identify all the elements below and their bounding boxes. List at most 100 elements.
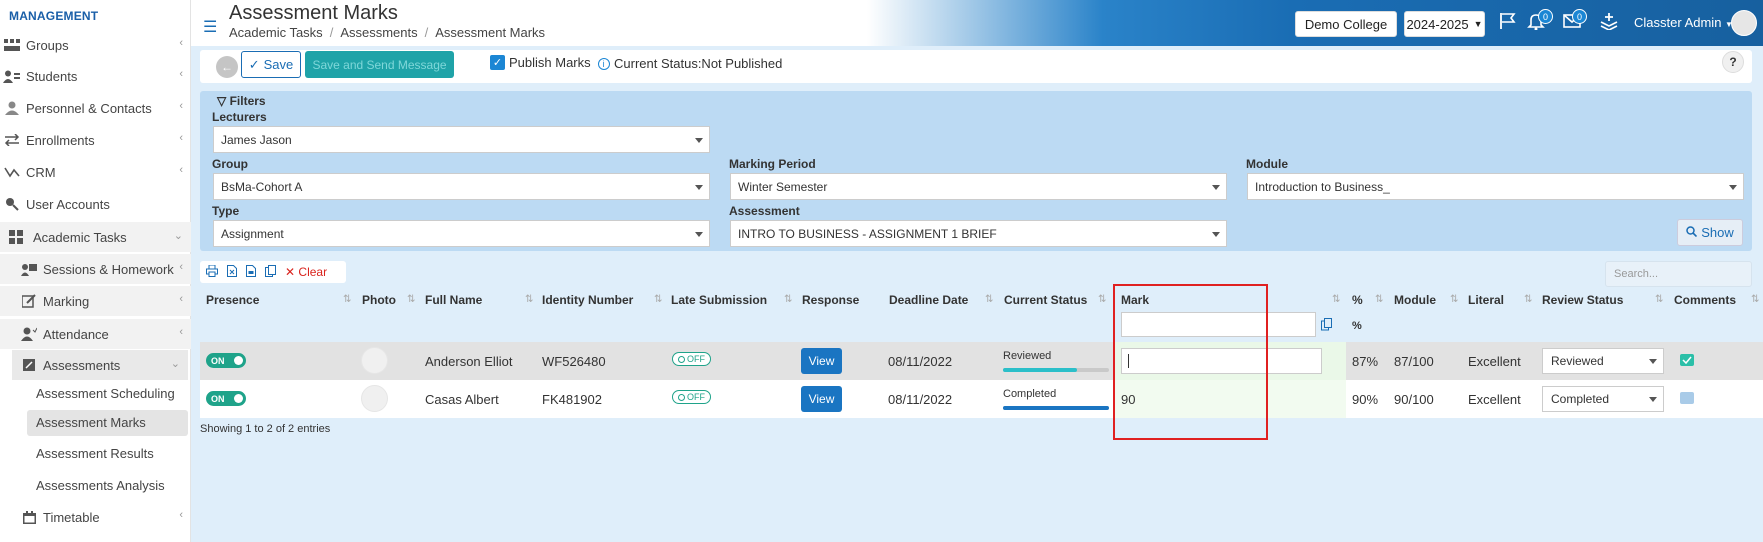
sidebar-item-label: Marking	[43, 293, 90, 309]
sidebar-item-crm[interactable]: CRM ‹	[0, 157, 191, 187]
type-select[interactable]: Assignment	[213, 220, 710, 247]
review-status-select[interactable]: Reviewed	[1542, 348, 1664, 374]
year-selector[interactable]: 2024-2025 ▼	[1404, 11, 1485, 37]
column-header-review-status[interactable]: Review Status	[1542, 293, 1623, 307]
save-and-send-button[interactable]: Save and Send Message	[305, 51, 454, 78]
clear-button-label: Clear	[298, 265, 328, 279]
info-icon[interactable]: i	[597, 57, 610, 70]
lecturers-label: Lecturers	[212, 110, 267, 124]
sort-icon[interactable]: ⇅	[784, 294, 793, 305]
sidebar-item-assessments-analysis[interactable]: Assessments Analysis	[36, 478, 165, 493]
column-header-photo[interactable]: Photo	[362, 293, 396, 307]
marking-period-select[interactable]: Winter Semester	[730, 173, 1227, 200]
notifications-badge: 0	[1538, 9, 1553, 24]
back-button[interactable]: ←	[216, 56, 238, 78]
current-status-text: Reviewed	[1003, 350, 1052, 362]
breadcrumb-item[interactable]: Assessments	[340, 25, 417, 40]
assessment-select[interactable]: INTRO TO BUSINESS - ASSIGNMENT 1 BRIEF	[730, 220, 1227, 247]
column-header-comments[interactable]: Comments	[1674, 293, 1736, 307]
student-photo	[361, 347, 388, 374]
print-icon[interactable]	[206, 264, 218, 280]
column-header-identity[interactable]: Identity Number	[542, 293, 633, 307]
late-submission-toggle[interactable]: OFF	[672, 352, 711, 366]
publish-marks-checkbox[interactable]: ✓	[490, 55, 505, 70]
arrow-left-icon: ←	[221, 60, 233, 74]
view-response-button[interactable]: View	[801, 386, 842, 412]
clear-button[interactable]: ✕ Clear	[285, 265, 327, 279]
sort-icon[interactable]: ⇅	[1751, 294, 1760, 305]
sort-icon[interactable]: ⇅	[1098, 294, 1107, 305]
column-header-module[interactable]: Module	[1394, 293, 1436, 307]
sidebar-item-assessment-scheduling[interactable]: Assessment Scheduling	[36, 386, 175, 401]
show-button[interactable]: Show	[1677, 219, 1743, 246]
sort-icon[interactable]: ⇅	[1375, 294, 1384, 305]
highlight-box	[1113, 284, 1268, 440]
flag-icon[interactable]	[1499, 12, 1517, 35]
avatar[interactable]	[1731, 10, 1757, 36]
action-toolbar: ← ✓ Save Save and Send Message ✓ Publish …	[200, 50, 1752, 83]
column-header-deadline[interactable]: Deadline Date	[889, 293, 968, 307]
review-status-select[interactable]: Completed	[1542, 386, 1664, 412]
sort-icon[interactable]: ⇅	[654, 294, 663, 305]
lecturers-select[interactable]: James Jason	[213, 126, 710, 153]
sort-icon[interactable]: ⇅	[525, 294, 534, 305]
pdf-icon[interactable]	[246, 264, 256, 280]
sort-icon[interactable]: ⇅	[985, 294, 994, 305]
sidebar-item-personnel[interactable]: Personnel & Contacts ‹	[0, 93, 191, 123]
comment-icon[interactable]	[1680, 354, 1694, 366]
sidebar-item-groups[interactable]: Groups ‹	[0, 30, 191, 60]
sort-icon[interactable]: ⇅	[343, 294, 352, 305]
sort-icon[interactable]: ⇅	[1524, 294, 1533, 305]
sidebar-item-assessment-results[interactable]: Assessment Results	[36, 446, 154, 461]
sidebar-item-label: Academic Tasks	[33, 229, 127, 245]
sort-icon[interactable]: ⇅	[1332, 294, 1341, 305]
sidebar-item-timetable[interactable]: Timetable ‹	[0, 502, 191, 532]
breadcrumb-item[interactable]: Academic Tasks	[229, 25, 323, 40]
column-header-late-submission[interactable]: Late Submission	[671, 293, 767, 307]
literal-cell: Excellent	[1468, 392, 1521, 407]
sort-icon[interactable]: ⇅	[407, 294, 416, 305]
column-header-literal[interactable]: Literal	[1468, 293, 1504, 307]
sort-icon[interactable]: ⇅	[1655, 294, 1664, 305]
late-submission-toggle[interactable]: OFF	[672, 390, 711, 404]
view-response-button[interactable]: View	[801, 348, 842, 374]
layers-add-icon[interactable]	[1599, 12, 1619, 35]
sidebar-item-attendance[interactable]: Attendance ‹	[0, 319, 191, 349]
sidebar-item-enrollments[interactable]: Enrollments ‹	[0, 125, 191, 155]
copy-down-icon[interactable]	[1321, 318, 1333, 334]
chevron-left-icon: ‹	[179, 293, 183, 305]
comment-icon[interactable]	[1680, 392, 1694, 404]
help-button[interactable]: ?	[1722, 51, 1744, 73]
user-menu[interactable]: Classter Admin ▼	[1634, 15, 1733, 30]
personnel-icon	[1, 100, 23, 116]
sidebar-item-label: Personnel & Contacts	[26, 100, 152, 116]
module-select[interactable]: Introduction to Business_	[1247, 173, 1744, 200]
column-header-response[interactable]: Response	[802, 293, 859, 307]
sidebar-item-academic-tasks[interactable]: Academic Tasks ⌄	[0, 222, 191, 252]
column-header-full-name[interactable]: Full Name	[425, 293, 482, 307]
deadline-cell: 08/11/2022	[888, 354, 953, 369]
save-button[interactable]: ✓ Save	[241, 51, 301, 78]
college-selector[interactable]: Demo College	[1295, 11, 1397, 37]
filters-title[interactable]: ▽ Filters	[217, 94, 266, 108]
sidebar-item-sessions[interactable]: Sessions & Homework ‹	[0, 254, 191, 284]
copy-icon[interactable]	[265, 264, 276, 280]
sidebar-item-students[interactable]: Students ‹	[0, 61, 191, 91]
sidebar-item-assessments[interactable]: Assessments ⌄	[12, 350, 188, 380]
presence-toggle[interactable]: ON	[206, 353, 246, 368]
hamburger-menu-icon[interactable]: ☰	[203, 17, 217, 37]
column-header-presence[interactable]: Presence	[206, 293, 259, 307]
column-header-current-status[interactable]: Current Status	[1004, 293, 1087, 307]
current-status: Current Status:Not Published	[614, 56, 783, 71]
chevron-down-icon: ⌄	[173, 230, 183, 242]
table-search-input[interactable]: Search...	[1605, 261, 1752, 287]
review-status-value: Reviewed	[1551, 354, 1604, 368]
column-header-percent[interactable]: %	[1352, 293, 1363, 307]
sidebar-item-assessment-marks[interactable]: Assessment Marks	[27, 410, 188, 436]
sort-icon[interactable]: ⇅	[1450, 294, 1459, 305]
sidebar-item-marking[interactable]: Marking ‹	[0, 286, 191, 316]
excel-icon[interactable]	[227, 264, 237, 280]
sidebar-item-user-accounts[interactable]: User Accounts	[0, 189, 191, 219]
group-select[interactable]: BsMa-Cohort A	[213, 173, 710, 200]
presence-toggle[interactable]: ON	[206, 391, 246, 406]
